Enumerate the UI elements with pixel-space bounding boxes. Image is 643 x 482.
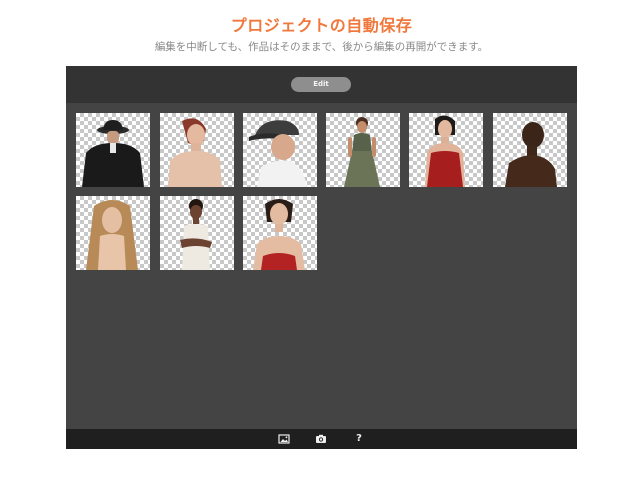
woman-dress-standing-image [344, 117, 380, 187]
woman-red-dress-image [425, 115, 465, 187]
man-profile-image [505, 122, 557, 187]
man-cap-image [249, 120, 307, 187]
project-thumbnail-6[interactable] [493, 113, 567, 187]
edit-button[interactable]: Edit [291, 77, 351, 92]
project-thumbnail-1[interactable] [76, 113, 150, 187]
woman-arms-crossed-image [180, 199, 212, 270]
promo-title: プロジェクトの自動保存 [230, 16, 413, 35]
help-icon[interactable]: ? [353, 433, 365, 445]
promo-subtitle: 編集を中断しても、作品はそのままで、後から編集の再開ができます。 [154, 41, 489, 53]
app-window: Edit ? [66, 66, 577, 449]
camera-icon[interactable] [315, 433, 327, 445]
project-thumbnail-9[interactable] [243, 196, 317, 270]
man-fedora-image [82, 120, 144, 187]
project-gallery [66, 103, 577, 429]
project-thumbnail-5[interactable] [409, 113, 483, 187]
project-thumbnail-4[interactable] [326, 113, 400, 187]
bottom-toolbar: ? [66, 429, 577, 449]
photo-library-icon[interactable] [278, 433, 290, 445]
project-thumbnail-3[interactable] [243, 113, 317, 187]
woman-red-top-image [253, 199, 305, 270]
project-thumbnail-8[interactable] [160, 196, 234, 270]
top-toolbar: Edit [66, 66, 577, 103]
project-thumbnail-7[interactable] [76, 196, 150, 270]
woman-long-hair-image [86, 200, 138, 270]
woman-shoulder-image [168, 118, 222, 187]
project-thumbnail-2[interactable] [160, 113, 234, 187]
